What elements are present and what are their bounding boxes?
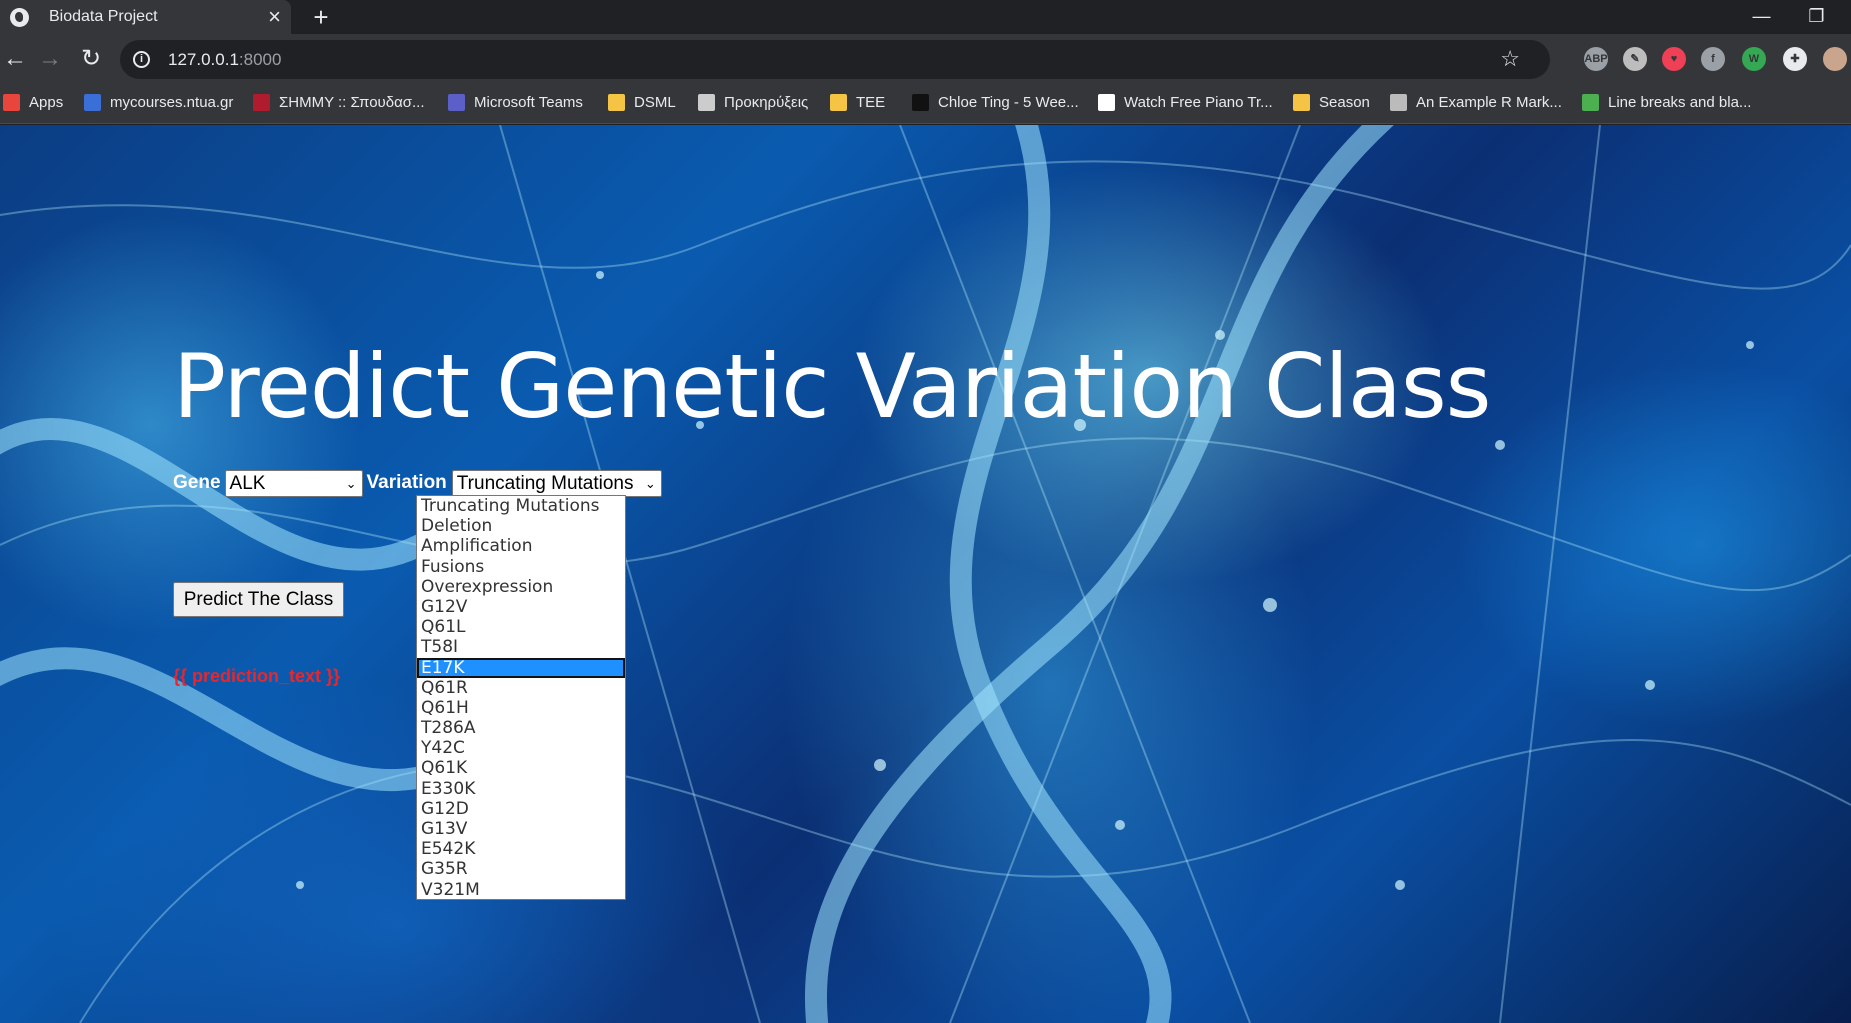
bookmark-favicon-icon bbox=[830, 94, 847, 111]
bookmark-item[interactable]: Apps bbox=[3, 94, 63, 111]
variation-option[interactable]: Q61K bbox=[417, 758, 625, 778]
bookmark-label: Season bbox=[1319, 94, 1370, 111]
tab-strip: Biodata Project × + — ❐ bbox=[0, 0, 1851, 34]
url-text: 127.0.0.1:8000 bbox=[168, 50, 281, 70]
variation-option[interactable]: Q61L bbox=[417, 617, 625, 637]
url-port: :8000 bbox=[238, 49, 282, 69]
adblock-plus-icon[interactable]: ABP bbox=[1584, 47, 1608, 71]
variation-dropdown-list[interactable]: Truncating Mutations Deletion Amplificatio… bbox=[416, 495, 626, 900]
bookmark-favicon-icon bbox=[1390, 94, 1407, 111]
variation-label: Variation bbox=[366, 472, 447, 493]
variation-option[interactable]: Amplification bbox=[417, 536, 625, 556]
variation-option[interactable]: T58I bbox=[417, 637, 625, 657]
bookmark-favicon-icon bbox=[912, 94, 929, 111]
puzzle-extensions-icon[interactable]: ✚ bbox=[1783, 47, 1807, 71]
variation-option[interactable]: E330K bbox=[417, 779, 625, 799]
minimize-icon[interactable]: — bbox=[1734, 0, 1789, 34]
bookmark-favicon-icon bbox=[253, 94, 270, 111]
variation-option[interactable]: E17K bbox=[417, 657, 625, 678]
pencil-extension-icon[interactable]: ✎ bbox=[1623, 47, 1647, 71]
apps-grid-icon bbox=[3, 94, 20, 111]
prediction-result-text: {{ prediction_text }} bbox=[173, 666, 341, 686]
address-bar[interactable]: i 127.0.0.1:8000 ☆ bbox=[120, 40, 1550, 79]
gene-select[interactable]: ALK ⌄ bbox=[224, 469, 363, 497]
bookmark-item[interactable]: An Example R Mark... bbox=[1390, 94, 1562, 111]
site-info-icon[interactable]: i bbox=[133, 51, 150, 68]
bookmark-favicon-icon bbox=[1293, 94, 1310, 111]
new-tab-button[interactable]: + bbox=[303, 4, 339, 32]
profile-avatar[interactable] bbox=[1823, 47, 1847, 71]
variation-option[interactable]: G12V bbox=[417, 597, 625, 617]
variation-select[interactable]: Truncating Mutations ⌄ bbox=[451, 469, 662, 497]
reload-icon[interactable]: ↻ bbox=[76, 44, 106, 74]
bookmark-item[interactable]: Line breaks and bla... bbox=[1582, 94, 1751, 111]
chevron-down-icon: ⌄ bbox=[644, 475, 656, 491]
bookmark-label: Chloe Ting - 5 Wee... bbox=[938, 94, 1079, 111]
variation-option[interactable]: G12D bbox=[417, 799, 625, 819]
chevron-down-icon: ⌄ bbox=[345, 475, 357, 491]
bookmark-label: mycourses.ntua.gr bbox=[110, 94, 234, 111]
bookmark-label: An Example R Mark... bbox=[1416, 94, 1562, 111]
variation-option[interactable]: Q61R bbox=[417, 678, 625, 698]
browser-tab[interactable]: Biodata Project × bbox=[0, 0, 291, 34]
url-host: 127.0.0.1 bbox=[168, 49, 239, 69]
bookmark-favicon-icon bbox=[1098, 94, 1115, 111]
bookmark-label: Προκηρύξεις bbox=[724, 94, 809, 111]
bookmark-label: Watch Free Piano Tr... bbox=[1124, 94, 1273, 111]
variation-option[interactable]: Q61H bbox=[417, 698, 625, 718]
bookmark-item[interactable]: Watch Free Piano Tr... bbox=[1098, 94, 1273, 111]
bookmark-label: Apps bbox=[29, 94, 64, 111]
gene-select-value: ALK bbox=[229, 472, 266, 494]
variation-option[interactable]: Y42C bbox=[417, 738, 625, 758]
bookmark-favicon-icon bbox=[84, 94, 101, 111]
variation-option[interactable]: Truncating Mutations bbox=[417, 496, 625, 516]
tab-title: Biodata Project bbox=[49, 8, 158, 25]
facebook-icon[interactable]: f bbox=[1701, 47, 1725, 71]
bookmark-favicon-icon bbox=[448, 94, 465, 111]
variation-option[interactable]: G35R bbox=[417, 859, 625, 879]
variation-option[interactable]: V321M bbox=[417, 880, 625, 900]
variation-option[interactable]: Deletion bbox=[417, 516, 625, 536]
bookmark-item[interactable]: Προκηρύξεις bbox=[698, 94, 808, 111]
wordpress-icon[interactable]: W bbox=[1742, 47, 1766, 71]
page-viewport: Predict Genetic Variation Class Gene ALK… bbox=[0, 125, 1851, 1023]
page-title: Predict Genetic Variation Class bbox=[173, 335, 1492, 438]
bookmark-item[interactable]: Season bbox=[1293, 94, 1370, 111]
dna-background-image bbox=[0, 125, 1851, 1023]
variation-option[interactable]: E542K bbox=[417, 839, 625, 859]
bookmark-favicon-icon bbox=[1582, 94, 1599, 111]
variation-select-value: Truncating Mutations bbox=[456, 472, 634, 494]
bookmark-item[interactable]: mycourses.ntua.gr bbox=[84, 94, 233, 111]
bookmark-favicon-icon bbox=[608, 94, 625, 111]
restore-icon[interactable]: ❐ bbox=[1789, 0, 1844, 34]
globe-icon bbox=[10, 7, 29, 27]
variation-option[interactable]: G13V bbox=[417, 819, 625, 839]
close-tab-icon[interactable]: × bbox=[268, 4, 281, 30]
variation-option[interactable]: T286A bbox=[417, 718, 625, 738]
prediction-form: Gene ALK ⌄ Variation Truncating Mutation… bbox=[173, 469, 662, 497]
bookmark-item[interactable]: Microsoft Teams bbox=[448, 94, 583, 111]
bookmarks-bar: Apps mycourses.ntua.gr ΣΗΜΜΥ :: Σπουδασ...… bbox=[0, 86, 1851, 124]
bookmark-item[interactable]: ΣΗΜΜΥ :: Σπουδασ... bbox=[253, 94, 425, 111]
browser-toolbar: ← → ↻ i 127.0.0.1:8000 ☆ ABP ✎ ♥ f W ✚ bbox=[0, 34, 1851, 86]
gene-label: Gene bbox=[173, 472, 221, 493]
bookmark-label: ΣΗΜΜΥ :: Σπουδασ... bbox=[279, 94, 425, 111]
bookmark-label: Line breaks and bla... bbox=[1608, 94, 1752, 111]
bookmark-item[interactable]: Chloe Ting - 5 Wee... bbox=[912, 94, 1079, 111]
back-icon[interactable]: ← bbox=[0, 44, 30, 74]
bookmark-label: Microsoft Teams bbox=[474, 94, 583, 111]
bookmark-item[interactable]: TEE bbox=[830, 94, 885, 111]
bookmark-item[interactable]: DSML bbox=[608, 94, 676, 111]
bookmark-label: DSML bbox=[634, 94, 676, 111]
forward-icon[interactable]: → bbox=[35, 44, 65, 74]
bookmark-favicon-icon bbox=[698, 94, 715, 111]
pocket-icon[interactable]: ♥ bbox=[1662, 47, 1686, 71]
bookmark-label: TEE bbox=[856, 94, 886, 111]
bookmark-star-icon[interactable]: ☆ bbox=[1500, 46, 1520, 72]
variation-option[interactable]: Fusions bbox=[417, 557, 625, 577]
variation-option[interactable]: Overexpression bbox=[417, 577, 625, 597]
predict-button[interactable]: Predict The Class bbox=[173, 582, 344, 617]
